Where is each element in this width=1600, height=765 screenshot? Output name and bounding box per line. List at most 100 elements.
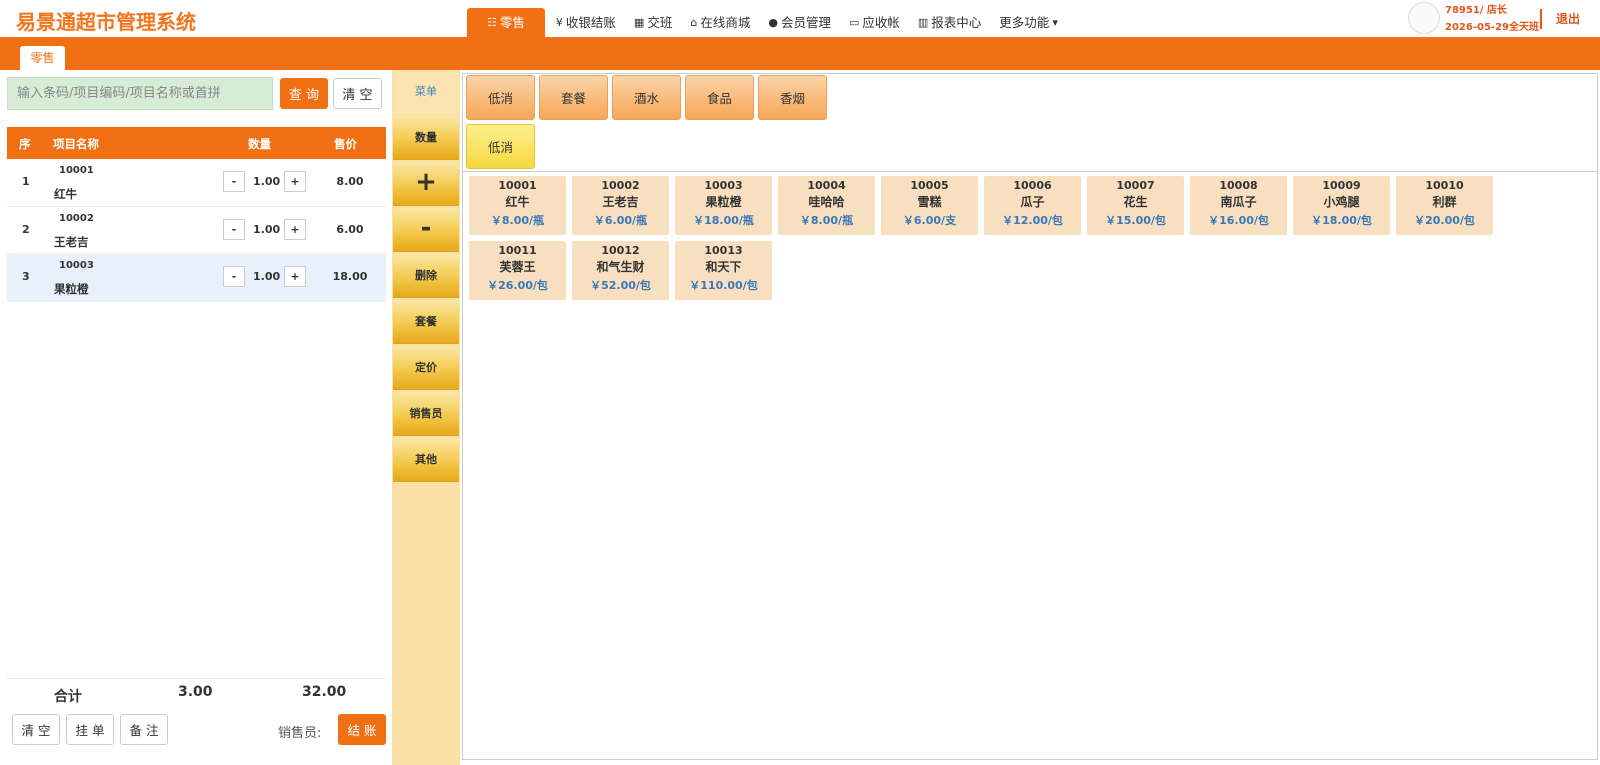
nav-label: 交班 xyxy=(647,15,673,30)
action-toolbar: 菜单 数量 + - 删除 套餐 定价 销售员 其他 xyxy=(392,70,460,765)
menu-button[interactable]: 菜单 xyxy=(393,70,459,114)
product-tile[interactable]: 10006 瓜子 ￥12.00/包 xyxy=(984,176,1081,235)
product-tile[interactable]: 10001 红牛 ￥8.00/瓶 xyxy=(469,176,566,235)
increase-qty-button[interactable]: + xyxy=(284,171,306,192)
nav-label: 零售 xyxy=(499,15,525,30)
quantity-button[interactable]: 数量 xyxy=(393,116,459,160)
row-name: 果粒橙 xyxy=(54,282,89,296)
clear-cart-button[interactable]: 清 空 xyxy=(12,714,60,745)
product-name: 南瓜子 xyxy=(1220,195,1257,209)
nav-retail[interactable]: ☷ 零售 xyxy=(467,8,545,37)
other-button[interactable]: 其他 xyxy=(393,438,459,482)
product-code: 10003 xyxy=(704,179,743,192)
row-code: 10002 xyxy=(59,212,94,224)
nav-receivables[interactable]: ▭ 应收帐 xyxy=(840,8,909,37)
nav-label: 收银结账 xyxy=(565,15,616,30)
col-idx: 序 xyxy=(19,137,31,151)
delete-button[interactable]: 删除 xyxy=(393,254,459,298)
nav-shift[interactable]: ▦ 交班 xyxy=(625,8,681,37)
category-button[interactable]: 套餐 xyxy=(539,75,608,120)
product-code: 10008 xyxy=(1219,179,1258,192)
table-row[interactable]: 1 10001 红牛 - 1.00 + 8.00 xyxy=(7,159,386,207)
query-button[interactable]: 查 询 xyxy=(280,78,328,109)
col-name: 项目名称 xyxy=(53,137,99,151)
add-button[interactable]: + xyxy=(393,162,459,206)
col-price: 售价 xyxy=(334,137,357,151)
decrease-qty-button[interactable]: - xyxy=(223,218,245,240)
product-tile[interactable]: 10011 芙蓉王 ￥26.00/包 xyxy=(469,241,566,300)
nav-online-mall[interactable]: ⌂ 在线商城 xyxy=(681,8,759,37)
nav-members[interactable]: ● 会员管理 xyxy=(759,8,840,37)
tool-label: 数量 xyxy=(415,131,437,144)
product-price: ￥18.00/瓶 xyxy=(693,214,754,227)
divider xyxy=(1540,9,1542,29)
pricing-button[interactable]: 定价 xyxy=(393,346,459,390)
caret-down-icon: ▾ xyxy=(1052,16,1058,29)
product-name: 果粒橙 xyxy=(705,195,742,209)
product-price: ￥26.00/包 xyxy=(487,279,548,292)
product-code: 10012 xyxy=(601,244,640,257)
category-button[interactable]: 香烟 xyxy=(758,75,827,120)
nav-label: 报表中心 xyxy=(931,15,982,30)
hold-order-button[interactable]: 挂 单 xyxy=(66,714,114,745)
checkout-button[interactable]: 结 账 xyxy=(338,714,386,745)
row-idx: 3 xyxy=(22,270,30,283)
bar-chart-icon: ▥ xyxy=(917,16,929,29)
product-code: 10005 xyxy=(910,179,949,192)
row-code: 10003 xyxy=(59,260,94,271)
nav-checkout[interactable]: ¥ 收银结账 xyxy=(547,8,625,37)
increase-qty-button[interactable]: + xyxy=(284,266,306,287)
top-header: 易景通超市管理系统 ☷ 零售 ¥ 收银结账 ▦ 交班 ⌂ 在线商城 ● 会员管理… xyxy=(0,0,1600,37)
tab-retail[interactable]: 零售 xyxy=(20,46,65,70)
category-button[interactable]: 低消 xyxy=(466,75,535,120)
product-price: ￥16.00/包 xyxy=(1208,214,1269,227)
product-tile[interactable]: 10007 花生 ￥15.00/包 xyxy=(1087,176,1184,235)
cart-panel: 查 询 清 空 序 项目名称 数量 售价 1 10001 红牛 - 1.00 +… xyxy=(0,70,392,765)
minus-icon: - xyxy=(420,213,432,243)
list-card-icon: ☷ xyxy=(487,16,497,29)
row-qty: 1.00 xyxy=(253,222,281,236)
increase-qty-button[interactable]: + xyxy=(284,218,306,240)
subtract-button[interactable]: - xyxy=(393,208,459,252)
product-tile[interactable]: 10002 王老吉 ￥6.00/瓶 xyxy=(572,176,669,235)
product-code: 10002 xyxy=(601,179,640,192)
product-price: ￥18.00/包 xyxy=(1311,214,1372,227)
category-button[interactable]: 食品 xyxy=(685,75,754,120)
product-name: 和气生财 xyxy=(596,260,645,274)
row-qty: 1.00 xyxy=(253,175,281,188)
row-idx: 2 xyxy=(22,222,30,236)
product-tile[interactable]: 10008 南瓜子 ￥16.00/包 xyxy=(1190,176,1287,235)
decrease-qty-button[interactable]: - xyxy=(223,266,245,287)
product-name: 哇哈哈 xyxy=(808,195,845,209)
row-qty: 1.00 xyxy=(253,270,281,283)
package-button[interactable]: 套餐 xyxy=(393,300,459,344)
product-tile[interactable]: 10004 哇哈哈 ￥8.00/瓶 xyxy=(778,176,875,235)
table-row[interactable]: 3 10003 果粒橙 - 1.00 + 18.00 xyxy=(7,254,386,302)
product-name: 和天下 xyxy=(705,260,742,274)
main-nav: ☷ 零售 ¥ 收银结账 ▦ 交班 ⌂ 在线商城 ● 会员管理 ▭ 应收帐 ▥ 报… xyxy=(467,8,1067,37)
product-tile[interactable]: 10010 利群 ￥20.00/包 xyxy=(1396,176,1493,235)
clear-search-button[interactable]: 清 空 xyxy=(333,78,382,109)
subcategory-button[interactable]: 低消 xyxy=(466,124,535,169)
decrease-qty-button[interactable]: - xyxy=(223,171,245,192)
nav-more[interactable]: 更多功能 ▾ xyxy=(990,8,1067,37)
avatar[interactable] xyxy=(1408,2,1440,34)
product-tile[interactable]: 10012 和气生财 ￥52.00/包 xyxy=(572,241,669,300)
nav-reports[interactable]: ▥ 报表中心 xyxy=(909,8,990,37)
product-tile[interactable]: 10005 雪糕 ￥6.00/支 xyxy=(881,176,978,235)
product-tile[interactable]: 10013 和天下 ￥110.00/包 xyxy=(675,241,772,300)
product-tile[interactable]: 10003 果粒橙 ￥18.00/瓶 xyxy=(675,176,772,235)
tool-label: 删除 xyxy=(415,269,437,282)
note-button[interactable]: 备 注 xyxy=(120,714,168,745)
category-area: 低消 套餐 酒水 食品 香烟 低消 xyxy=(463,74,1597,172)
search-input[interactable] xyxy=(7,77,273,110)
total-label: 合计 xyxy=(54,689,82,705)
logout-link[interactable]: 退出 xyxy=(1556,10,1580,27)
product-tile[interactable]: 10009 小鸡腿 ￥18.00/包 xyxy=(1293,176,1390,235)
product-name: 雪糕 xyxy=(917,195,942,209)
product-code: 10011 xyxy=(498,244,537,257)
plus-icon: + xyxy=(415,167,437,197)
table-row[interactable]: 2 10002 王老吉 - 1.00 + 6.00 xyxy=(7,206,386,254)
seller-button[interactable]: 销售员 xyxy=(393,392,459,436)
category-button[interactable]: 酒水 xyxy=(612,75,681,120)
